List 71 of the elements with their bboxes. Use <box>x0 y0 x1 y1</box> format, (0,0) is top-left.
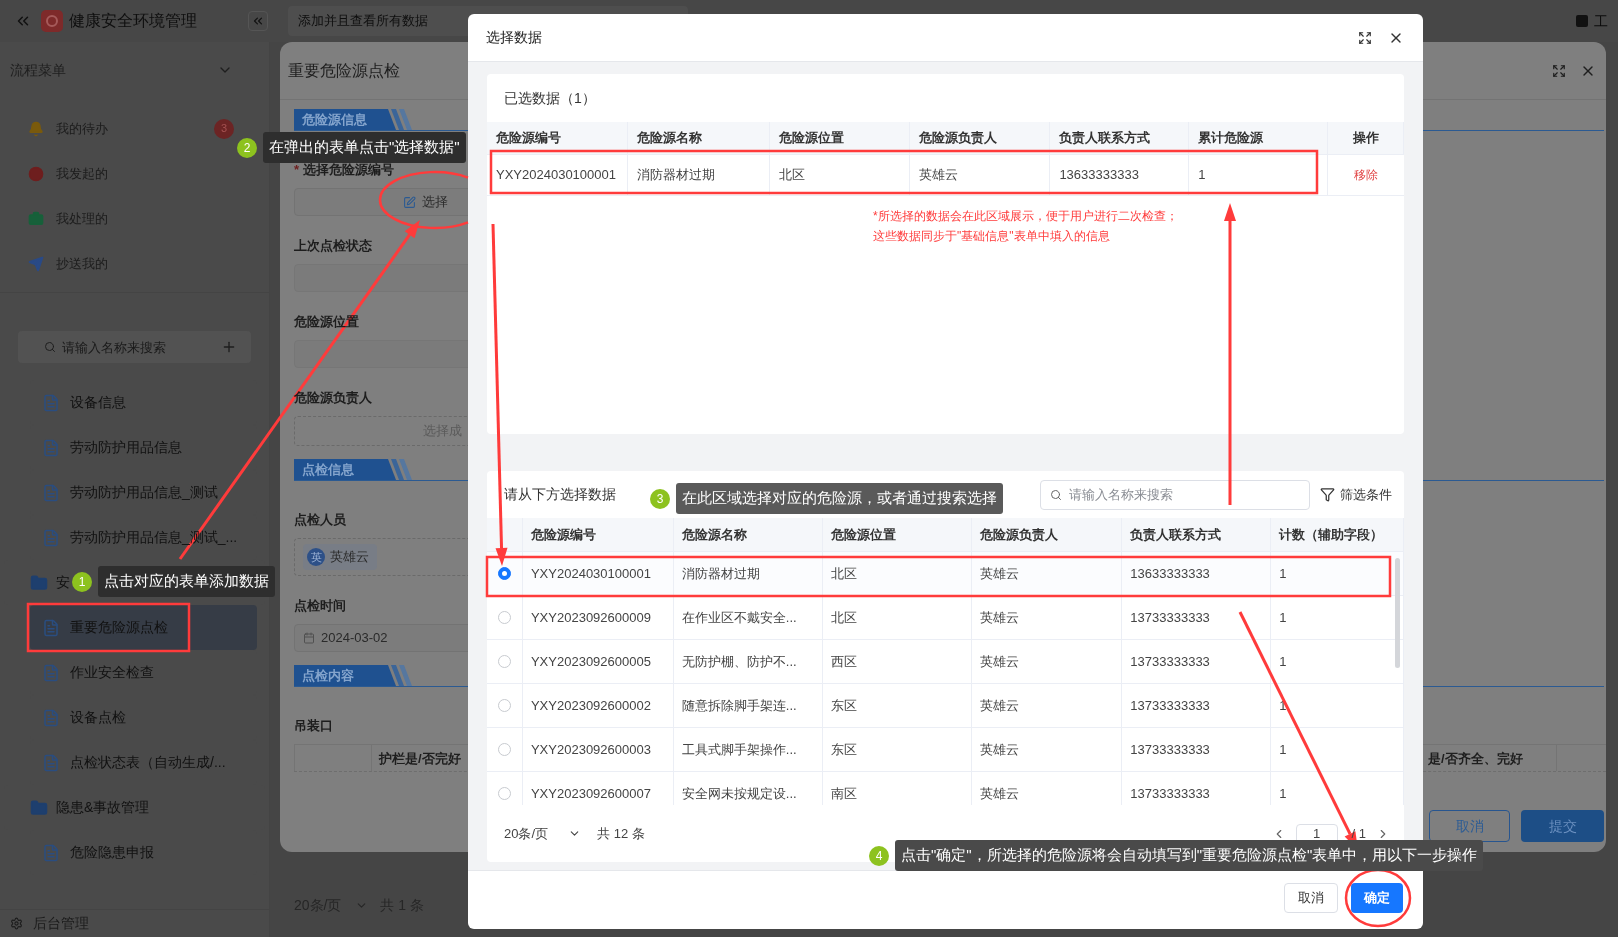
table-cell: 消防器材过期 <box>673 552 823 595</box>
table-cell: 工具式脚手架操作... <box>673 728 823 771</box>
table-cell: 英雄云 <box>972 772 1123 805</box>
table-cell: YXY2024030100001 <box>487 155 628 195</box>
callout-tooltip: 点击对应的表单添加数据 <box>98 566 275 597</box>
table-cell: 消防器材过期 <box>627 155 770 195</box>
column-header: 危险源负责人 <box>972 518 1123 551</box>
table-cell: 英雄云 <box>972 552 1123 595</box>
annotation-note: *所选择的数据会在此区域展示，便于用户进行二次检查； 这些数据同步于"基础信息"表单中填入的信息 <box>873 208 1178 245</box>
table-cell: YXY2024030100001 <box>522 552 674 595</box>
table-cell: 英雄云 <box>909 155 1051 195</box>
table-cell: 东区 <box>822 728 973 771</box>
card-title: 请从下方选择数据 <box>504 485 616 504</box>
total-count: 共 12 条 <box>597 824 645 843</box>
table-cell: YXY2023092600009 <box>522 596 674 639</box>
field-label: * 选择危险源编号 <box>294 161 395 179</box>
table-cell: 英雄云 <box>972 640 1123 683</box>
drawer-title: 重要危险源点检 <box>288 60 400 81</box>
dialog-title: 选择数据 <box>486 28 542 47</box>
field-label: 危险源负责人 <box>294 389 372 407</box>
table-cell: 英雄云 <box>972 596 1123 639</box>
table-cell: 13633333333 <box>1050 155 1190 195</box>
callout-tooltip: 在弹出的表单点击"选择数据" <box>263 132 466 163</box>
table-cell: 南区 <box>822 772 973 805</box>
field-label: 上次点检状态 <box>294 237 372 255</box>
table-cell: YXY2023092600007 <box>522 772 674 805</box>
table-cell: 安全网未按规定设... <box>673 772 823 805</box>
column-header: 危险源编号 <box>522 518 674 551</box>
count-badge: 3 <box>214 118 234 139</box>
column-header: 危险源负责人 <box>909 122 1051 154</box>
table-cell: 1 <box>1271 728 1404 771</box>
card-title: 已选数据（1） <box>503 88 597 108</box>
column-header: 负责人联系方式 <box>1050 122 1190 154</box>
table-cell: 在作业区不戴安全... <box>673 596 823 639</box>
table-cell: 13733333333 <box>1122 728 1272 771</box>
table-cell: 1 <box>1189 155 1329 195</box>
column-header: 危险源名称 <box>627 122 770 154</box>
table-cell: 英雄云 <box>972 728 1123 771</box>
table-cell: 北区 <box>822 552 973 595</box>
column-header: 危险源位置 <box>822 518 973 551</box>
table-cell: 北区 <box>822 596 973 639</box>
column-header: 危险源编号 <box>487 122 628 154</box>
column-header: 操作 <box>1328 122 1404 154</box>
table-cell: 随意拆除脚手架连... <box>673 684 823 727</box>
field-label: 点检人员 <box>294 511 346 529</box>
table-cell: YXY2023092600005 <box>522 640 674 683</box>
avatar: 英 <box>307 548 325 566</box>
table-cell: 东区 <box>822 684 973 727</box>
table-cell: YXY2023092600003 <box>522 728 674 771</box>
table-cell: 英雄云 <box>972 684 1123 727</box>
table-cell: 北区 <box>769 155 910 195</box>
column-header: 危险源位置 <box>769 122 910 154</box>
table-cell: 13733333333 <box>1122 684 1272 727</box>
user-name: 英雄云 <box>330 548 370 567</box>
table-cell: 1 <box>1271 772 1404 805</box>
field-label: 吊装口 <box>294 717 333 735</box>
table-cell: 13633333333 <box>1122 552 1272 595</box>
table-cell: 13733333333 <box>1122 596 1272 639</box>
column-header: 计数（辅助字段） <box>1271 518 1404 551</box>
column-header: 危险源名称 <box>673 518 823 551</box>
table-cell: 西区 <box>822 640 973 683</box>
table-cell: 13733333333 <box>1122 772 1272 805</box>
callout-tooltip: 点击"确定"，所选择的危险源将会自动填写到"重要危险源点检"表单中，用以下一步操作 <box>895 840 1484 871</box>
callout-tooltip: 在此区域选择对应的危险源，或者通过搜索选择 <box>676 483 1003 514</box>
table-cell: 无防护棚、防护不... <box>673 640 823 683</box>
table-cell: YXY2023092600002 <box>522 684 674 727</box>
table-cell: 13733333333 <box>1122 640 1272 683</box>
page-count: / 1 <box>1351 824 1366 843</box>
column-header: 累计危险源 <box>1189 122 1329 154</box>
column-header: 负责人联系方式 <box>1122 518 1272 551</box>
field-label: 点检时间 <box>294 597 346 615</box>
